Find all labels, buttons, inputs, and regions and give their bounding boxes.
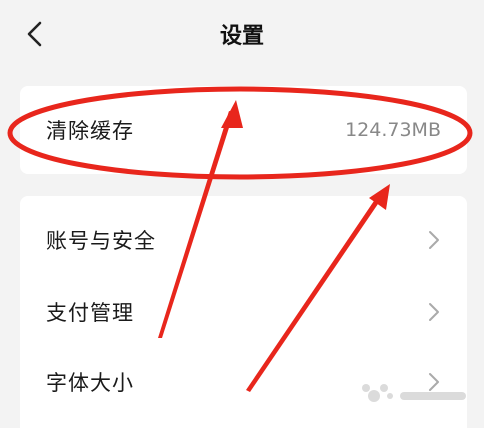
header-bar: 设置 bbox=[0, 0, 484, 68]
chevron-right-icon bbox=[429, 303, 439, 321]
settings-page: 设置 清除缓存 124.73MB 账号与安全 支付管理 字体大小 bbox=[0, 0, 484, 428]
list-item-label: 支付管理 bbox=[46, 301, 134, 325]
list-item-label: 字体大小 bbox=[46, 371, 134, 395]
watermark-logo bbox=[362, 384, 466, 402]
cache-size-value: 124.73MB bbox=[345, 119, 441, 141]
chevron-right-icon bbox=[429, 231, 439, 249]
list-item-payment-management[interactable]: 支付管理 bbox=[20, 276, 467, 348]
clear-cache-row[interactable]: 清除缓存 124.73MB bbox=[20, 94, 467, 166]
list-item-account-security[interactable]: 账号与安全 bbox=[20, 204, 467, 276]
cache-card: 清除缓存 124.73MB bbox=[20, 86, 467, 174]
list-item-label: 账号与安全 bbox=[46, 229, 156, 253]
clear-cache-label: 清除缓存 bbox=[46, 119, 134, 143]
page-title: 设置 bbox=[219, 24, 264, 49]
